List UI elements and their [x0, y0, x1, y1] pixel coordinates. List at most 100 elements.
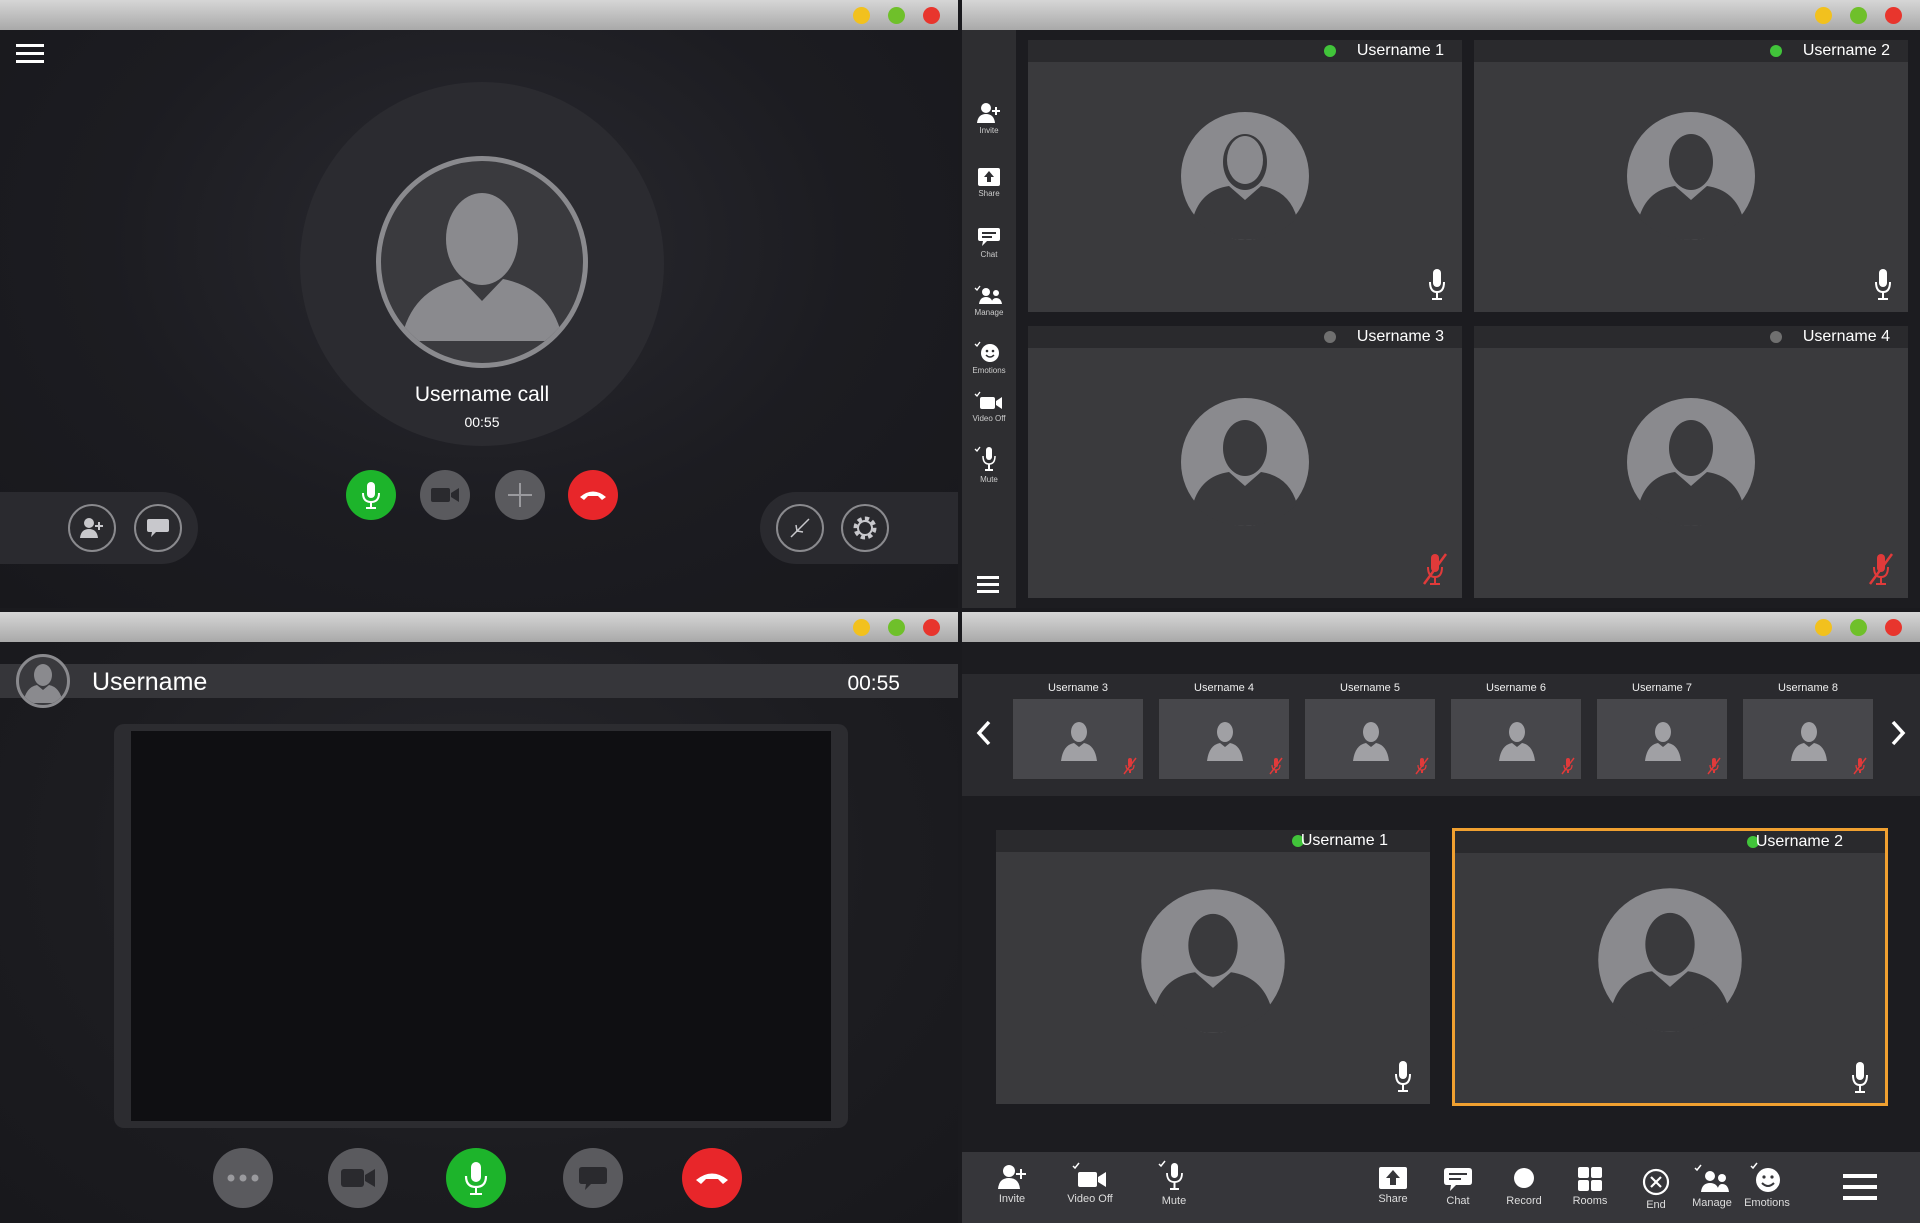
minimize-button[interactable] [1815, 7, 1832, 24]
sidebar-item-video-off[interactable]: Video Off [962, 390, 1016, 423]
settings-button[interactable] [841, 504, 889, 552]
sidebar-item-share[interactable]: Share [962, 167, 1016, 198]
video-icon [1072, 1162, 1106, 1187]
minimize-button[interactable] [1815, 619, 1832, 636]
mic-muted-icon [1269, 757, 1283, 775]
sidebar: Invite Share Chat Manage Emotions Video … [962, 30, 1016, 608]
video-tile[interactable]: Username 3 [1028, 326, 1462, 598]
sidebar-label: Chat [980, 250, 998, 259]
participant-name: Username 1 [1300, 832, 1388, 849]
menu-icon[interactable] [16, 44, 44, 64]
sidebar-label: Invite [979, 126, 999, 135]
title-bar [962, 612, 1920, 642]
grid-window: Invite Share Chat Manage Emotions Video … [962, 0, 1920, 608]
chat-icon [579, 1167, 607, 1190]
participant-thumbnail[interactable] [1596, 698, 1728, 780]
tile-header: Username 1 [996, 830, 1430, 852]
record-icon [1514, 1168, 1534, 1188]
toolbar-share[interactable]: Share [1358, 1166, 1428, 1205]
chat-button[interactable] [134, 504, 182, 552]
video-tile-selected[interactable]: Username 2 [1452, 828, 1888, 1106]
video-tile[interactable]: Username 2 [1474, 40, 1908, 312]
sidebar-item-emotions[interactable]: Emotions [962, 340, 1016, 375]
tile-header: Username 2 [1474, 40, 1908, 62]
mic-icon [464, 1162, 488, 1195]
toolbar-label: Video Off [1067, 1193, 1113, 1205]
close-button[interactable] [1885, 619, 1902, 636]
avatar-icon [1627, 112, 1755, 240]
video-tile[interactable]: Username 4 [1474, 326, 1908, 598]
video-button[interactable] [328, 1148, 388, 1208]
participant-name: Username 1 [1356, 42, 1444, 59]
mic-muted-icon [1853, 757, 1867, 775]
chevron-left-icon [976, 720, 991, 746]
maximize-button[interactable] [1850, 7, 1867, 24]
avatar-icon [1598, 888, 1742, 1032]
mic-muted-icon [1422, 553, 1448, 585]
close-button[interactable] [923, 619, 940, 636]
video-tile[interactable]: Username 1 [1028, 40, 1462, 312]
call-window: Username call 00:55 [0, 0, 958, 608]
add-user-icon [998, 1165, 1026, 1189]
video-tile[interactable]: Username 1 [996, 830, 1430, 1104]
more-button[interactable] [213, 1148, 273, 1208]
maximize-button[interactable] [888, 619, 905, 636]
hang-up-icon [696, 1173, 728, 1184]
end-call-button[interactable] [568, 470, 618, 520]
mic-button[interactable] [346, 470, 396, 520]
sidebar-item-mute[interactable]: Mute [962, 445, 1016, 484]
minimize-button[interactable] [853, 7, 870, 24]
avatar-icon [1791, 722, 1827, 761]
chat-button[interactable] [563, 1148, 623, 1208]
avatar [16, 654, 70, 708]
chevron-right-icon [1891, 720, 1906, 746]
participant-thumbnail[interactable] [1012, 698, 1144, 780]
avatar-icon [1181, 112, 1309, 240]
toolbar-mute[interactable]: Mute [1139, 1160, 1209, 1207]
mic-button[interactable] [446, 1148, 506, 1208]
toolbar-chat[interactable]: Chat [1423, 1166, 1493, 1207]
participant-thumbnail[interactable] [1158, 698, 1290, 780]
video-button[interactable] [420, 470, 470, 520]
mic-muted-icon [1707, 757, 1721, 775]
thumbnail-name: Username 4 [1194, 682, 1254, 694]
toolbar-invite[interactable]: Invite [977, 1164, 1047, 1205]
mic-icon [362, 482, 380, 509]
toolbar-rooms[interactable]: Rooms [1555, 1166, 1625, 1207]
close-button[interactable] [1885, 7, 1902, 24]
toolbar-label: Record [1506, 1195, 1542, 1207]
call-timer: 00:55 [847, 672, 900, 695]
mic-icon [1852, 1062, 1868, 1093]
minimize-call-button[interactable] [776, 504, 824, 552]
menu-icon[interactable] [977, 576, 999, 594]
previous-arrow[interactable] [976, 720, 992, 746]
emotions-icon [1750, 1162, 1780, 1192]
maximize-button[interactable] [1850, 619, 1867, 636]
participant-thumbnail[interactable] [1450, 698, 1582, 780]
avatar-icon [1627, 398, 1755, 526]
maximize-button[interactable] [888, 7, 905, 24]
participant-thumbnail[interactable] [1304, 698, 1436, 780]
participant-thumbnail[interactable] [1742, 698, 1874, 780]
title-bar [962, 0, 1920, 30]
add-participant-button[interactable] [68, 504, 116, 552]
toolbar-record[interactable]: Record [1489, 1166, 1559, 1207]
minimize-button[interactable] [853, 619, 870, 636]
next-arrow[interactable] [1890, 720, 1906, 746]
add-user-icon [80, 518, 103, 538]
video-call-window: Username 00:55 [0, 612, 958, 1223]
add-button[interactable] [495, 470, 545, 520]
thumbnail-name: Username 3 [1048, 682, 1108, 694]
toolbar-video-off[interactable]: Video Off [1055, 1162, 1125, 1205]
menu-icon[interactable] [1843, 1174, 1877, 1200]
username: Username [92, 668, 208, 696]
chat-icon [1444, 1168, 1472, 1191]
sidebar-label: Share [978, 189, 1000, 198]
toolbar-label: Mute [1161, 1195, 1187, 1207]
sidebar-item-manage[interactable]: Manage [962, 284, 1016, 317]
end-call-button[interactable] [682, 1148, 742, 1208]
toolbar-emotions[interactable]: Emotions [1732, 1162, 1802, 1209]
sidebar-item-chat[interactable]: Chat [962, 226, 1016, 259]
sidebar-item-invite[interactable]: Invite [962, 102, 1016, 135]
close-button[interactable] [923, 7, 940, 24]
